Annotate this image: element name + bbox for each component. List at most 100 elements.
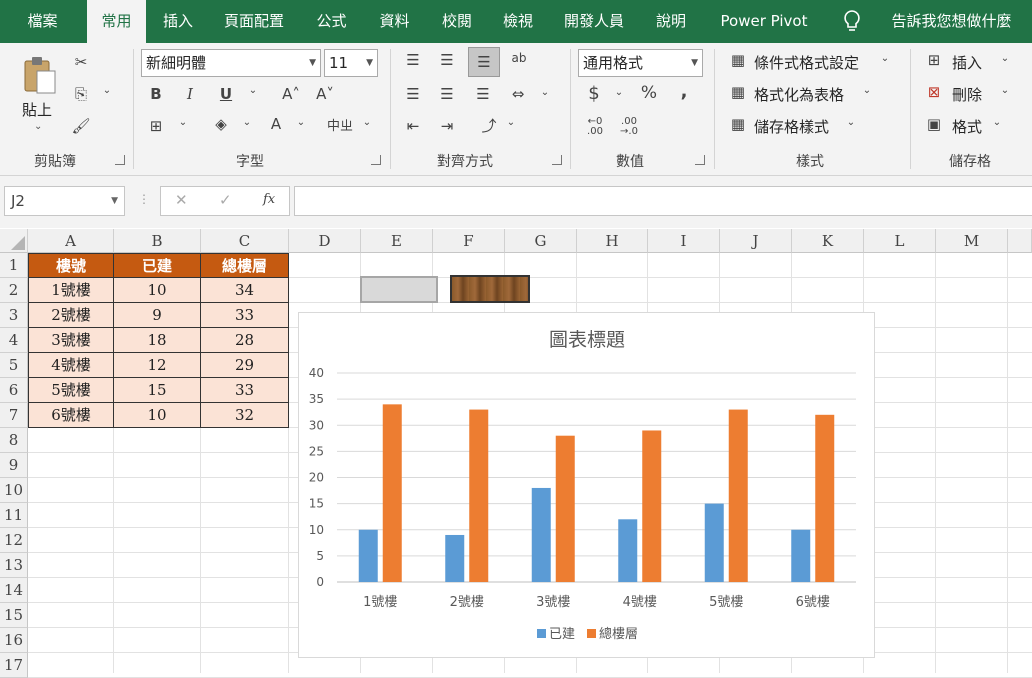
column-header-G[interactable]: G (505, 229, 577, 253)
tab-8[interactable]: 開發人員 (548, 0, 640, 43)
merge-center-icon[interactable]: ⇔ (506, 85, 530, 103)
table-cell[interactable]: 9 (114, 303, 201, 328)
table-cell[interactable]: 12 (114, 353, 201, 378)
table-header-cell[interactable]: 樓號 (28, 253, 114, 278)
table-cell[interactable]: 4號樓 (28, 353, 114, 378)
copy-dropdown-icon[interactable]: ⌄ (100, 85, 114, 96)
row-header-15[interactable]: 15 (0, 603, 28, 628)
comma-icon[interactable]: , (676, 81, 692, 102)
cancel-icon[interactable]: ✕ (175, 191, 188, 209)
borders-icon[interactable]: ⊞ (146, 117, 166, 135)
currency-dropdown-icon[interactable]: ⌄ (612, 87, 626, 98)
chevron-down-icon[interactable]: ⌄ (998, 85, 1012, 96)
text-orientation-icon[interactable]: ab (508, 51, 530, 65)
align-bottom-icon[interactable]: ☰ (468, 47, 500, 77)
enter-icon[interactable]: ✓ (219, 191, 232, 209)
tell-me-search[interactable]: 告訴我您想做什麼 (874, 0, 1029, 43)
tab-0[interactable]: 檔案 (0, 0, 85, 43)
font-color-icon[interactable]: A (266, 115, 286, 133)
column-header-M[interactable]: M (936, 229, 1008, 253)
currency-icon[interactable]: $ (584, 83, 604, 104)
format-as-table-button[interactable]: 格式化為表格 (754, 84, 844, 105)
decrease-font-icon[interactable]: A˅ (314, 85, 336, 103)
select-all-corner[interactable] (0, 229, 28, 253)
chevron-down-icon[interactable]: ⌄ (990, 117, 1004, 128)
table-header-cell[interactable]: 已建 (114, 253, 201, 278)
table-cell[interactable]: 29 (201, 353, 289, 378)
row-header-17[interactable]: 17 (0, 653, 28, 678)
row-header-5[interactable]: 5 (0, 353, 28, 378)
percent-icon[interactable]: % (638, 83, 660, 103)
paste-icon[interactable] (20, 55, 60, 95)
increase-indent-icon[interactable]: ⇥ (436, 117, 458, 135)
delete-cells-icon[interactable]: ⊠ (924, 83, 944, 101)
decrease-decimal-icon[interactable]: .00 →.0 (618, 117, 640, 137)
font-name-combo[interactable]: 新細明體 ▼ (141, 49, 321, 77)
fill-color-icon[interactable]: ◈ (210, 115, 232, 133)
chart-area[interactable]: 圖表標題 0 5 10 15 20 25 30 35 40 1號樓 2號樓 3號樓 4號樓 5號樓 6號樓 已建… (298, 312, 875, 658)
wrap-orientation-icon[interactable]: ⤴ (478, 115, 500, 136)
formula-input[interactable] (294, 186, 1032, 216)
table-cell[interactable]: 15 (114, 378, 201, 403)
chevron-down-icon[interactable]: ▼ (111, 187, 118, 215)
table-cell[interactable]: 32 (201, 403, 289, 428)
column-header-J[interactable]: J (720, 229, 792, 253)
table-cell[interactable]: 33 (201, 378, 289, 403)
underline-icon[interactable]: U (216, 85, 236, 103)
gray-shape-button[interactable] (360, 276, 438, 303)
table-cell[interactable]: 5號樓 (28, 378, 114, 403)
borders-dropdown-icon[interactable]: ⌄ (176, 117, 190, 128)
font-launcher-icon[interactable] (371, 155, 381, 165)
table-cell[interactable]: 3號樓 (28, 328, 114, 353)
column-header-I[interactable]: I (648, 229, 720, 253)
table-header-cell[interactable]: 總樓層 (201, 253, 289, 278)
conditional-format-button[interactable]: 條件式格式設定 (754, 52, 859, 73)
bold-icon[interactable]: B (146, 85, 166, 103)
table-cell[interactable]: 18 (114, 328, 201, 353)
paste-dropdown-icon[interactable]: ⌄ (34, 121, 42, 132)
row-header-9[interactable]: 9 (0, 453, 28, 478)
row-header-6[interactable]: 6 (0, 378, 28, 403)
tab-1[interactable]: 常用 (87, 0, 146, 43)
increase-font-icon[interactable]: A˄ (280, 85, 302, 103)
table-cell[interactable]: 6號樓 (28, 403, 114, 428)
column-header-A[interactable]: A (28, 229, 114, 253)
tab-5[interactable]: 資料 (363, 0, 426, 43)
tab-3[interactable]: 頁面配置 (208, 0, 300, 43)
column-header-C[interactable]: C (201, 229, 289, 253)
table-cell[interactable]: 10 (114, 278, 201, 303)
format-painter-icon[interactable]: 🖌 (70, 117, 92, 135)
font-size-combo[interactable]: 11 ▼ (324, 49, 378, 77)
row-header-14[interactable]: 14 (0, 578, 28, 603)
wood-texture-shape[interactable] (450, 275, 530, 303)
insert-cells-button[interactable]: 插入 (952, 52, 982, 73)
row-header-3[interactable]: 3 (0, 303, 28, 328)
cell-styles-button[interactable]: 儲存格樣式 (754, 116, 829, 137)
format-cells-icon[interactable]: ▣ (924, 115, 944, 133)
format-cells-button[interactable]: 格式 (952, 116, 982, 137)
column-header-K[interactable]: K (792, 229, 864, 253)
number-format-combo[interactable]: 通用格式 ▼ (578, 49, 703, 77)
insert-cells-icon[interactable]: ⊞ (924, 51, 944, 69)
paste-button[interactable]: 貼上 (22, 99, 52, 120)
name-box[interactable]: J2 ▼ (4, 186, 125, 216)
chevron-down-icon[interactable]: ⌄ (860, 85, 874, 96)
row-header-10[interactable]: 10 (0, 478, 28, 503)
tab-7[interactable]: 檢視 (488, 0, 548, 43)
table-cell[interactable]: 10 (114, 403, 201, 428)
cut-icon[interactable]: ✂ (70, 53, 92, 71)
tab-10[interactable]: Power Pivot (702, 0, 826, 43)
insert-function-icon[interactable]: fx (263, 192, 275, 207)
table-cell[interactable]: 28 (201, 328, 289, 353)
row-header-1[interactable]: 1 (0, 253, 28, 278)
row-header-7[interactable]: 7 (0, 403, 28, 428)
column-header-D[interactable]: D (289, 229, 361, 253)
column-header-E[interactable]: E (361, 229, 433, 253)
column-header-F[interactable]: F (433, 229, 505, 253)
row-header-11[interactable]: 11 (0, 503, 28, 528)
alignment-launcher-icon[interactable] (552, 155, 562, 165)
format-as-table-icon[interactable]: ▦ (728, 83, 748, 101)
table-cell[interactable]: 2號樓 (28, 303, 114, 328)
number-launcher-icon[interactable] (695, 155, 705, 165)
tab-4[interactable]: 公式 (300, 0, 363, 43)
